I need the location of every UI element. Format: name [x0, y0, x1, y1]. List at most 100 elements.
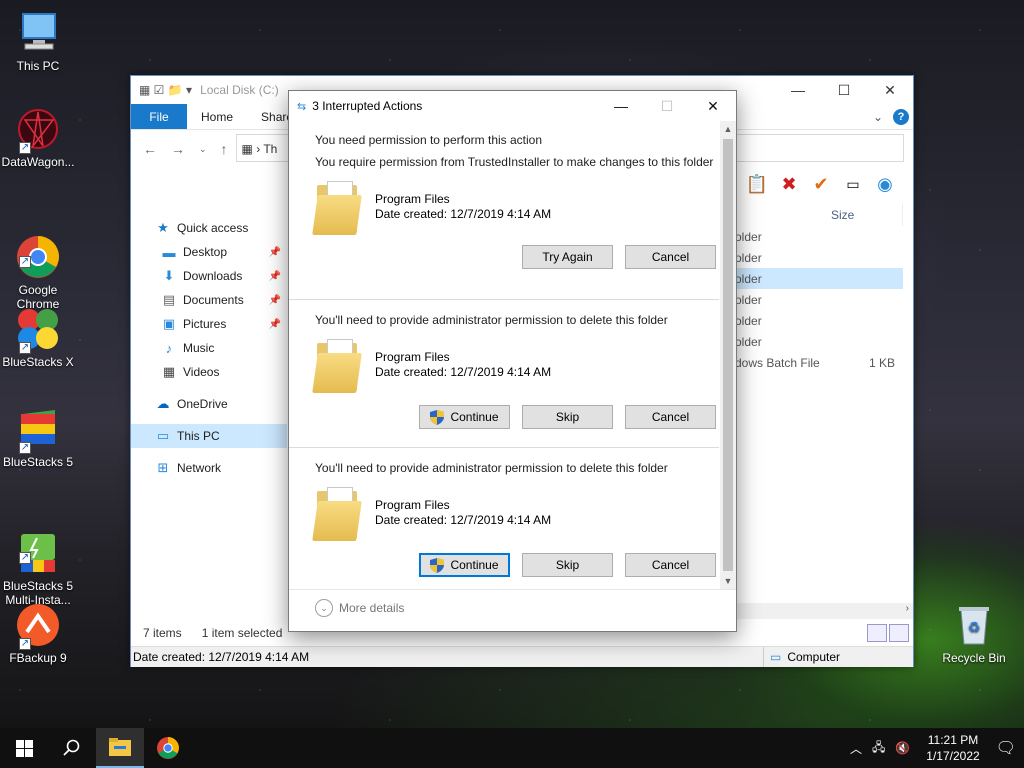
nav-music[interactable]: ♪ Music — [131, 336, 287, 360]
recent-dropdown-icon[interactable]: ⌄ — [199, 144, 207, 155]
desktop-icon-label: BlueStacks 5 — [2, 455, 74, 469]
bluestacks-multi-instance-icon: ↗ — [15, 516, 61, 572]
file-explorer-icon — [109, 738, 131, 756]
quick-access-toolbar-icon[interactable]: ▦ ☑ 📁 ▾ — [139, 83, 192, 97]
nav-pictures[interactable]: ▣ Pictures 📌 — [131, 312, 287, 336]
skip-button[interactable]: Skip — [522, 405, 613, 429]
nav-downloads[interactable]: ⬇ Downloads 📌 — [131, 264, 287, 288]
nav-network[interactable]: ⊞ Network — [131, 456, 287, 480]
maximize-button[interactable]: ☐ — [821, 76, 867, 104]
try-again-button[interactable]: Try Again — [522, 245, 613, 269]
desktop-icon-this-pc[interactable]: This PC — [0, 10, 76, 73]
system-tray: ︿ 🖧 🔇 11:21 PM 1/17/2022 🗨 — [850, 732, 1024, 764]
start-button[interactable] — [0, 728, 48, 768]
desktop-icon-bluestacks-x[interactable]: ↗ BlueStacks X — [0, 306, 76, 369]
nav-quick-access[interactable]: ★ Quick access — [131, 216, 287, 240]
large-icons-view-button[interactable] — [889, 624, 909, 642]
shortcut-arrow-icon: ↗ — [19, 342, 31, 354]
desktop-icon-fbackup[interactable]: ↗ FBackup 9 — [0, 602, 76, 665]
folder-icon — [312, 485, 362, 541]
delete-x-icon[interactable]: ✖ — [777, 172, 801, 196]
minimize-button[interactable]: — — [775, 76, 821, 104]
table-row[interactable]: older — [731, 247, 903, 268]
cloud-icon: ☁ — [156, 396, 170, 411]
continue-button[interactable]: Continue — [419, 405, 510, 429]
dialog-vertical-scrollbar[interactable]: ▲ ▼ — [720, 121, 736, 589]
table-row[interactable]: older — [731, 331, 903, 352]
uac-shield-icon — [430, 557, 445, 573]
download-arrow-icon: ⬇ — [163, 268, 175, 283]
chrome-icon: ↗ — [15, 220, 61, 278]
table-row[interactable]: older — [731, 289, 903, 310]
desktop-icon-bluestacks-5[interactable]: ↗ BlueStacks 5 — [0, 406, 76, 469]
nav-desktop[interactable]: ▬ Desktop 📌 — [131, 240, 287, 264]
nav-videos[interactable]: ▦ Videos — [131, 360, 287, 384]
volume-muted-icon[interactable]: 🔇 — [895, 741, 910, 755]
table-row[interactable]: older — [731, 310, 903, 331]
table-row[interactable]: older — [731, 268, 903, 289]
taskbar-file-explorer[interactable] — [96, 728, 144, 768]
continue-button[interactable]: Continue — [419, 553, 510, 577]
folder-icon — [312, 337, 362, 393]
skip-button[interactable]: Skip — [522, 553, 613, 577]
shortcut-arrow-icon: ↗ — [19, 442, 31, 454]
taskbar-chrome[interactable] — [144, 728, 192, 768]
pin-icon: 📌 — [268, 270, 281, 282]
nav-onedrive[interactable]: ☁ OneDrive — [131, 392, 287, 416]
desktop-icon-label: DataWagon... — [1, 155, 75, 169]
close-button[interactable]: ✕ — [690, 91, 736, 121]
back-arrow-icon[interactable]: ← — [143, 141, 157, 157]
table-row[interactable]: dows Batch File 1 KB — [731, 352, 903, 373]
forward-arrow-icon[interactable]: → — [171, 141, 185, 157]
help-icon[interactable]: ? — [893, 108, 909, 125]
folder-name: Program Files — [375, 192, 450, 206]
tab-home[interactable]: Home — [187, 104, 247, 129]
network-icon[interactable]: 🖧 — [872, 738, 885, 759]
section-divider — [289, 447, 719, 448]
taskbar: ︿ 🖧 🔇 11:21 PM 1/17/2022 🗨 — [0, 728, 1024, 768]
action-section-3: You'll need to provide administrator per… — [289, 461, 719, 577]
folder-icon — [312, 179, 362, 235]
chevron-down-icon[interactable]: ⌄ — [873, 110, 883, 124]
desktop-icon-recycle-bin[interactable]: ♻ Recycle Bin — [936, 602, 1012, 665]
globe-icon[interactable]: ◉ — [873, 172, 897, 196]
more-details-toggle[interactable]: ⌄ More details — [315, 599, 404, 617]
cancel-button[interactable]: Cancel — [625, 553, 716, 577]
scroll-right-icon[interactable]: › — [906, 603, 909, 614]
notifications-icon[interactable]: 🗨 — [996, 738, 1016, 758]
column-header-size[interactable]: Size — [731, 204, 903, 226]
shortcut-arrow-icon: ↗ — [19, 256, 31, 268]
navigation-pane: ★ Quick access ▬ Desktop 📌 ⬇ Downloads 📌 ▤ Doc… — [131, 216, 287, 480]
scrollbar-thumb[interactable] — [723, 139, 733, 571]
scroll-down-icon[interactable]: ▼ — [720, 573, 736, 589]
file-move-icon: ⇆ — [297, 100, 307, 113]
cancel-button[interactable]: Cancel — [625, 405, 716, 429]
close-button[interactable]: ✕ — [867, 76, 913, 104]
nav-documents[interactable]: ▤ Documents 📌 — [131, 288, 287, 312]
dialog-titlebar[interactable]: ⇆ 3 Interrupted Actions — ☐ ✕ — [289, 91, 736, 121]
search-button[interactable] — [48, 728, 96, 768]
nav-this-pc[interactable]: ▭ This PC — [131, 424, 287, 448]
pin-icon: 📌 — [268, 246, 281, 258]
date-created-text: Date created: 12/7/2019 4:14 AM — [133, 650, 310, 664]
section-subheading: You require permission from TrustedInsta… — [315, 155, 714, 169]
minimize-button[interactable]: — — [598, 91, 644, 121]
up-arrow-icon[interactable]: ↑ — [221, 141, 228, 157]
interrupted-actions-dialog[interactable]: ⇆ 3 Interrupted Actions — ☐ ✕ You need p… — [288, 90, 737, 632]
horizontal-scrollbar[interactable]: › — [731, 603, 913, 619]
clipboard-icon[interactable]: 📋 — [745, 172, 769, 196]
pin-icon: 📌 — [268, 318, 281, 330]
desktop-icon-datawagon[interactable]: ↗ DataWagon... — [0, 106, 76, 169]
details-view-button[interactable] — [867, 624, 887, 642]
chevron-up-icon[interactable]: ︿ — [850, 740, 862, 757]
scroll-up-icon[interactable]: ▲ — [720, 121, 736, 137]
tab-file[interactable]: File — [131, 104, 187, 129]
checkmark-icon[interactable]: ✔ — [809, 172, 833, 196]
computer-icon: ▭ — [156, 428, 170, 443]
table-row[interactable]: older — [731, 226, 903, 247]
windows-logo-icon — [15, 739, 33, 757]
document-icon: ▤ — [162, 292, 176, 307]
rename-icon[interactable]: ▭ — [841, 172, 865, 196]
clock[interactable]: 11:21 PM 1/17/2022 — [920, 732, 985, 764]
cancel-button[interactable]: Cancel — [625, 245, 716, 269]
